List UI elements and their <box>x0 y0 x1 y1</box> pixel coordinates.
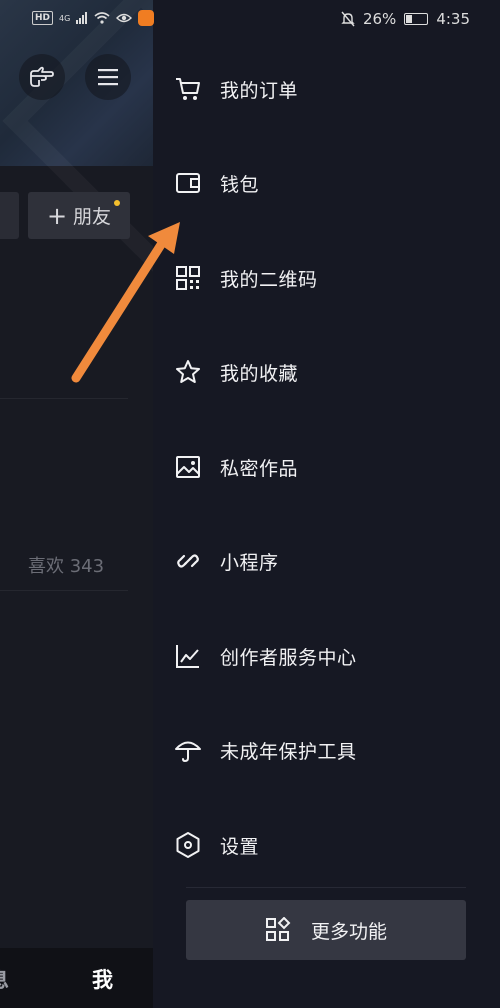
signal-icon <box>76 12 88 24</box>
menu-item-label: 小程序 <box>220 551 279 574</box>
divider <box>0 590 128 591</box>
hand-icon <box>30 66 54 87</box>
menu-item-label: 我的二维码 <box>220 268 318 291</box>
divider <box>0 398 128 399</box>
status-right: 26% 4:35 <box>341 10 470 28</box>
notification-dot <box>114 200 120 206</box>
menu-item-label: 我的订单 <box>220 79 299 102</box>
edit-profile-button[interactable] <box>0 192 19 239</box>
menu-item-favorites[interactable]: 我的收藏 <box>153 325 500 419</box>
status-left: HD 4G <box>32 10 155 26</box>
likes-tab[interactable]: 喜欢 343 <box>28 552 104 578</box>
menu-item-wallet[interactable]: 钱包 <box>153 136 500 230</box>
more-functions-button[interactable]: 更多功能 <box>186 900 466 960</box>
menu-item-mini-programs[interactable]: 小程序 <box>153 514 500 608</box>
plus-icon: + <box>46 201 68 230</box>
hamburger-menu-button[interactable] <box>85 54 131 100</box>
side-drawer: 我的订单 钱包 我的二维码 我的收藏 私密作品 小程序 创作者服务中心 未成年保… <box>153 0 500 1008</box>
menu-item-private-works[interactable]: 私密作品 <box>153 420 500 514</box>
star-icon <box>174 358 202 386</box>
menu-item-minor-protection[interactable]: 未成年保护工具 <box>153 703 500 797</box>
mute-bell-icon <box>341 11 355 27</box>
wallet-icon <box>174 169 202 197</box>
umbrella-icon <box>174 736 202 764</box>
eye-icon <box>116 13 133 23</box>
add-friend-button[interactable]: + 朋友 <box>28 192 130 239</box>
cart-icon <box>174 75 202 103</box>
menu-item-orders[interactable]: 我的订单 <box>153 42 500 136</box>
nav-me[interactable]: 我 <box>92 964 113 994</box>
bottom-nav: 息 我 <box>0 948 153 1008</box>
app-notification-icon <box>138 10 155 26</box>
battery-percent: 26% <box>362 10 397 28</box>
menu-item-label: 设置 <box>220 835 260 858</box>
profile-page-background: + 朋友 喜欢 343 息 我 <box>0 0 153 1008</box>
settings-hexagon-icon <box>174 831 202 859</box>
menu-item-settings[interactable]: 设置 <box>153 798 500 892</box>
gesture-hand-button[interactable] <box>19 54 65 100</box>
apps-grid-icon <box>265 917 291 941</box>
menu-item-label: 创作者服务中心 <box>220 646 357 669</box>
menu-item-creator-center[interactable]: 创作者服务中心 <box>153 609 500 703</box>
clock: 4:35 <box>436 10 470 28</box>
add-friend-label: 朋友 <box>73 206 112 228</box>
more-functions-label: 更多功能 <box>310 920 387 943</box>
menu-item-qr-code[interactable]: 我的二维码 <box>153 231 500 325</box>
drawer-divider <box>186 887 466 888</box>
menu-item-label: 未成年保护工具 <box>220 740 357 763</box>
status-bar: HD 4G 26% 4:35 <box>0 0 500 40</box>
hamburger-icon <box>98 69 118 86</box>
chart-icon <box>174 642 202 670</box>
wifi-icon <box>94 12 110 24</box>
qr-code-icon <box>174 264 202 292</box>
link-icon <box>174 547 202 575</box>
menu-item-label: 钱包 <box>220 173 260 196</box>
image-icon <box>174 453 202 481</box>
network-label: 4G <box>59 13 71 23</box>
menu-item-label: 私密作品 <box>220 457 299 480</box>
menu-item-label: 我的收藏 <box>220 362 299 385</box>
nav-messages[interactable]: 息 <box>0 964 9 994</box>
battery-icon <box>404 13 429 25</box>
hd-badge: HD <box>32 11 54 25</box>
